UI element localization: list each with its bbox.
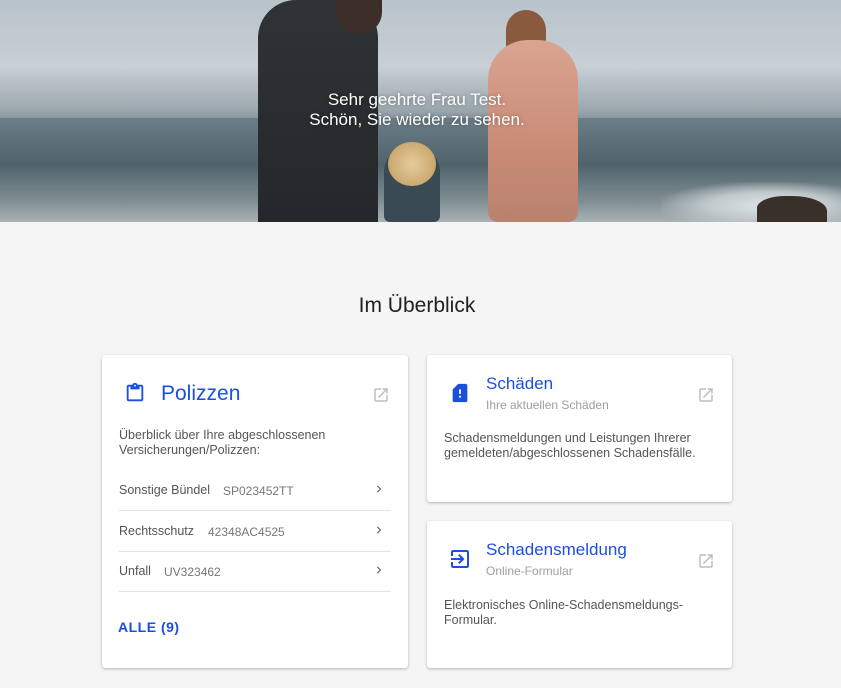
claims-title[interactable]: Schäden [486, 374, 553, 394]
chevron-right-icon [377, 485, 382, 493]
hero-banner: Sehr geehrte Frau Test. Schön, Sie wiede… [0, 0, 841, 222]
policy-name: Sonstige Bündel [119, 483, 211, 497]
all-policies-link[interactable]: ALLE (9) [118, 619, 180, 635]
greeting-line-1: Sehr geehrte Frau Test. [327, 90, 507, 109]
greeting-line-2: Schön, Sie wieder zu sehen. [309, 110, 525, 129]
login-icon [451, 550, 469, 568]
policy-number: SP023452TT [223, 484, 294, 498]
open-in-new-icon[interactable] [697, 386, 715, 404]
claims-subtitle: Ihre aktuellen Schäden [486, 398, 609, 412]
claim-report-description: Elektronisches Online-Schadensmeldungs-F… [444, 598, 684, 627]
policy-number: 42348AC4525 [208, 525, 285, 539]
hero-figure-woman [488, 40, 578, 222]
clipboard-icon [126, 382, 144, 402]
policy-number: UV323462 [164, 565, 221, 579]
policy-name: Rechtsschutz [119, 524, 195, 538]
claims-card: Schäden Ihre aktuellen Schäden Schadensm… [427, 355, 732, 502]
chevron-right-icon [377, 526, 382, 534]
policy-name: Unfall [119, 564, 151, 578]
chevron-right-icon [377, 566, 382, 574]
policies-card: Polizzen Überblick über Ihre abgeschloss… [102, 355, 408, 668]
open-in-new-icon[interactable] [372, 386, 390, 404]
hero-rock [757, 196, 827, 222]
policy-row-unfall[interactable]: Unfall UV323462 [119, 551, 391, 592]
hero-greeting: Sehr geehrte Frau Test. Schön, Sie wiede… [0, 90, 834, 130]
overview-title: Im Überblick [358, 294, 476, 317]
policy-row-sonstige-buendel[interactable]: Sonstige Bündel SP023452TT [119, 470, 391, 511]
policy-row-rechtsschutz[interactable]: Rechtsschutz 42348AC4525 [119, 511, 391, 552]
open-in-new-icon[interactable] [697, 552, 715, 570]
sim-alert-icon [452, 383, 468, 403]
claim-report-title[interactable]: Schadensmeldung [486, 540, 627, 560]
policies-description: Überblick über Ihre abgeschlossenen Vers… [119, 428, 326, 457]
hero-figure-child-hair [388, 142, 436, 186]
claim-report-card: Schadensmeldung Online-Formular Elektron… [427, 521, 732, 668]
policies-title[interactable]: Polizzen [161, 382, 240, 406]
claims-description: Schadensmeldungen und Leistungen Ihrerer… [444, 431, 696, 460]
claim-report-subtitle: Online-Formular [486, 564, 573, 578]
